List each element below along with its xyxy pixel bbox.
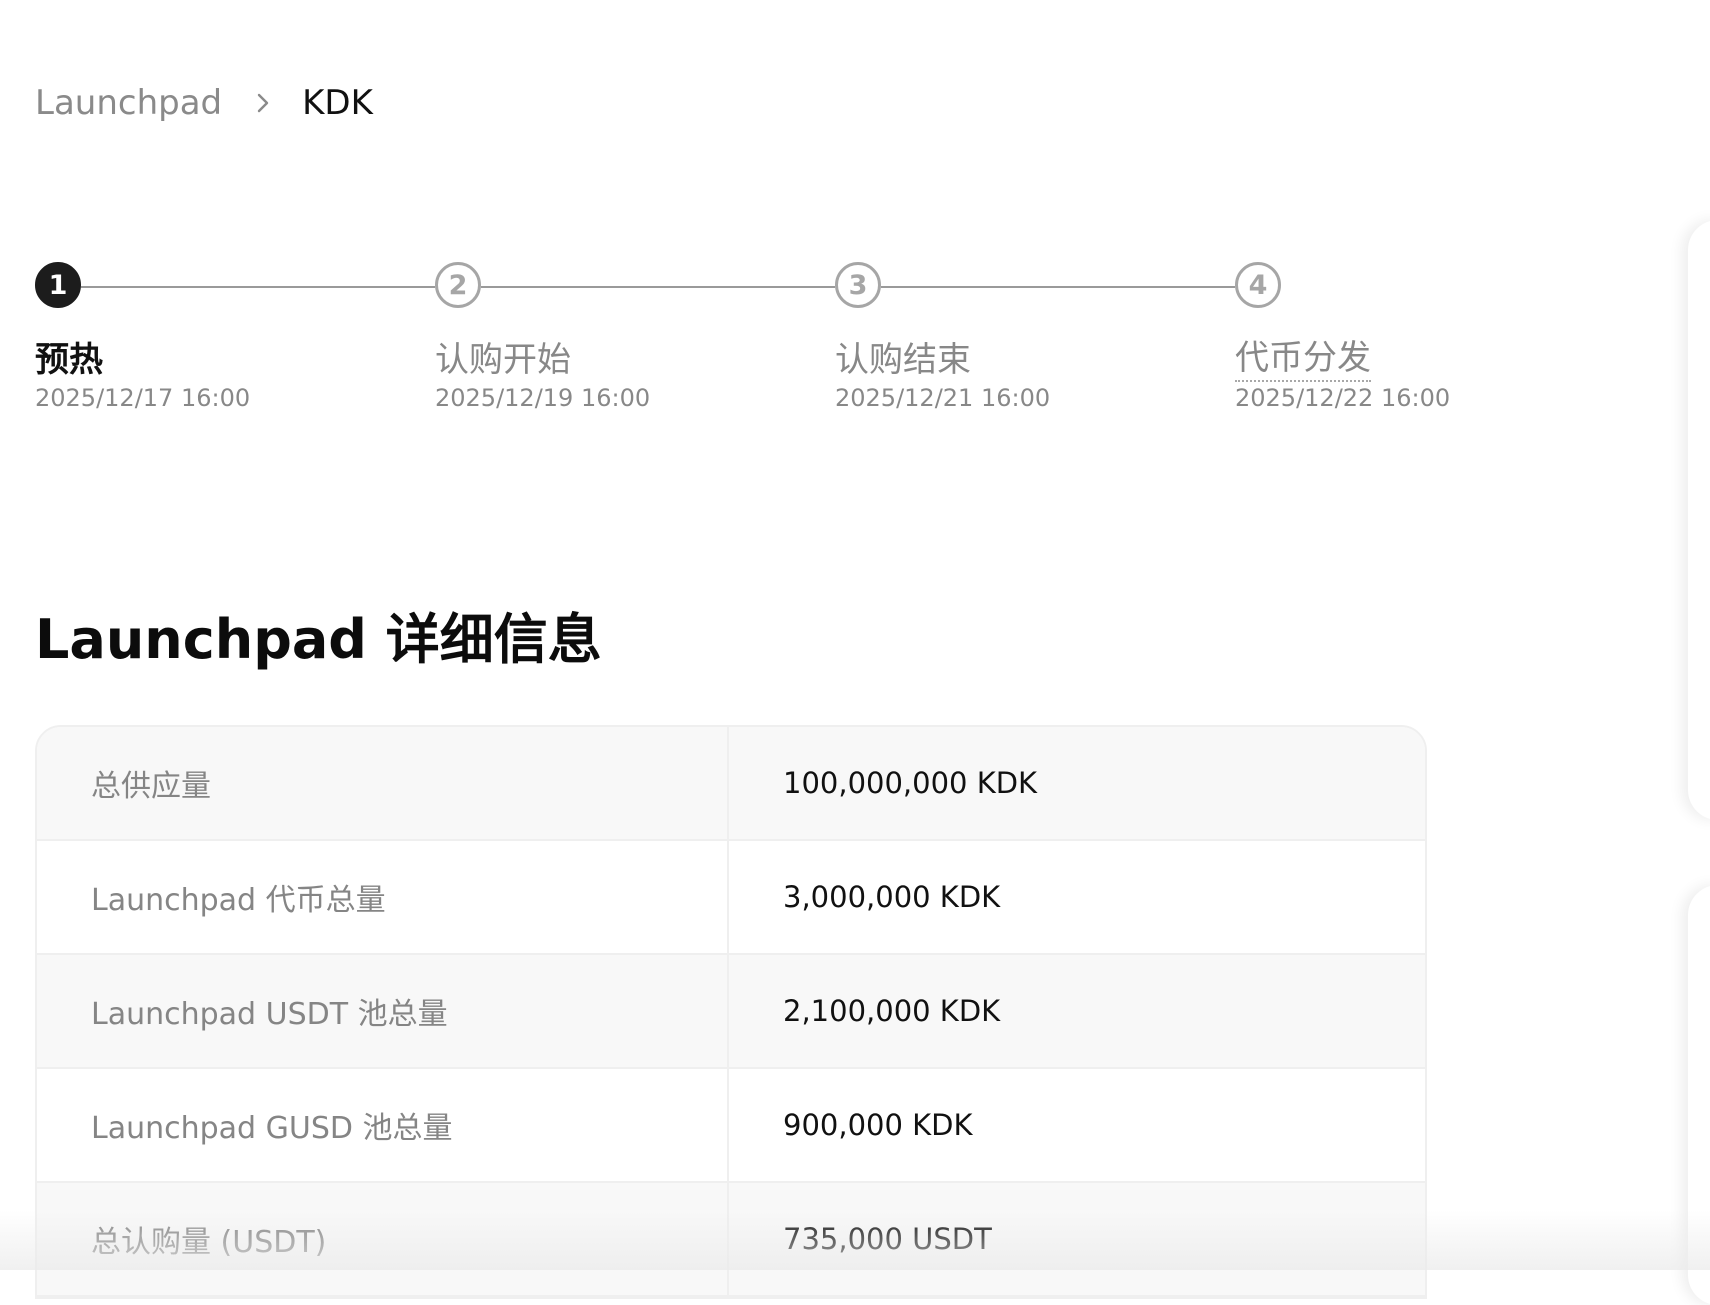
launchpad-details-table: 总供应量 100,000,000 KDK Launchpad 代币总量 3,00…: [35, 725, 1427, 1299]
step-subscription-end: 3 认购结束 2025/12/21 16:00: [835, 262, 1175, 412]
row-label: 总供应量: [37, 727, 729, 839]
step-date: 2025/12/21 16:00: [835, 384, 1051, 412]
chevron-right-icon: [250, 90, 276, 116]
side-panel-card: [1688, 885, 1710, 1305]
table-row: 总认购量 (USDT) 735,000 USDT: [37, 1183, 1425, 1297]
launch-timeline-stepper: 1 预热 2025/12/17 16:00 2 认购开始 2025/12/19 …: [35, 262, 1450, 432]
step-date: 2025/12/17 16:00: [35, 384, 251, 412]
row-value: 900,000 KDK: [783, 1108, 973, 1142]
step-date: 2025/12/19 16:00: [435, 384, 651, 412]
side-panel-card: [1688, 220, 1710, 820]
row-label: 总认购量 (USDT): [37, 1183, 729, 1295]
row-label: Launchpad USDT 池总量: [37, 955, 729, 1067]
step-title: 预热: [35, 340, 103, 380]
step-title: 认购结束: [835, 340, 971, 380]
step-title: 认购开始: [435, 340, 571, 380]
breadcrumb-launchpad-link[interactable]: Launchpad: [35, 83, 222, 123]
row-value: 3,000,000 KDK: [783, 880, 1001, 914]
table-row: Launchpad USDT 池总量 2,100,000 KDK: [37, 955, 1425, 1069]
step-number: 4: [1235, 262, 1281, 308]
step-token-distribution: 4 代币分发 2025/12/22 16:00: [1235, 262, 1575, 412]
step-number: 1: [35, 262, 81, 308]
step-date: 2025/12/22 16:00: [1235, 384, 1451, 412]
step-warmup: 1 预热 2025/12/17 16:00: [35, 262, 375, 412]
row-value: 2,100,000 KDK: [783, 994, 1001, 1028]
step-subscription-start: 2 认购开始 2025/12/19 16:00: [435, 262, 775, 412]
table-row: Launchpad GUSD 池总量 900,000 KDK: [37, 1069, 1425, 1183]
breadcrumb: Launchpad KDK: [35, 78, 373, 128]
row-value: 100,000,000 KDK: [783, 766, 1038, 800]
table-row: 总供应量 100,000,000 KDK: [37, 727, 1425, 841]
breadcrumb-current: KDK: [302, 83, 373, 123]
step-number: 3: [835, 262, 881, 308]
row-label: Launchpad GUSD 池总量: [37, 1069, 729, 1181]
step-number: 2: [435, 262, 481, 308]
row-label: Launchpad 代币总量: [37, 841, 729, 953]
step-title-tooltip-trigger[interactable]: 代币分发: [1235, 338, 1371, 382]
row-value: 735,000 USDT: [783, 1222, 992, 1256]
table-row: Launchpad 代币总量 3,000,000 KDK: [37, 841, 1425, 955]
section-title: Launchpad 详细信息: [35, 608, 602, 671]
